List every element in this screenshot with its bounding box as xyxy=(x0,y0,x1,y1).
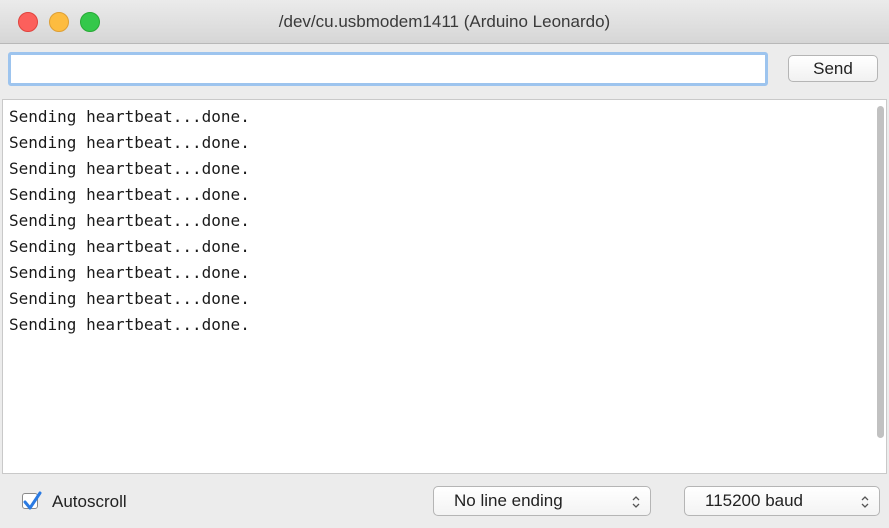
vertical-scrollbar[interactable] xyxy=(877,106,884,438)
console-line: Sending heartbeat...done. xyxy=(9,133,250,152)
bottom-bar: Autoscroll No line ending 115200 baud xyxy=(0,474,889,528)
console-line: Sending heartbeat...done. xyxy=(9,289,250,308)
line-ending-value: No line ending xyxy=(454,491,563,510)
autoscroll-checkbox[interactable] xyxy=(22,491,42,510)
checkmark-icon xyxy=(23,491,42,510)
updown-chevron-icon xyxy=(861,496,869,508)
console-line: Sending heartbeat...done. xyxy=(9,159,250,178)
serial-input[interactable] xyxy=(8,52,768,86)
updown-chevron-icon xyxy=(632,496,640,508)
console-line: Sending heartbeat...done. xyxy=(9,185,250,204)
baud-rate-value: 115200 baud xyxy=(705,491,804,510)
line-ending-select[interactable]: No line ending xyxy=(433,486,651,516)
send-button[interactable]: Send xyxy=(788,55,878,82)
console-line: Sending heartbeat...done. xyxy=(9,315,250,334)
console-line: Sending heartbeat...done. xyxy=(9,107,250,126)
console-line: Sending heartbeat...done. xyxy=(9,211,250,230)
send-bar: Send xyxy=(0,44,889,96)
console-line: Sending heartbeat...done. xyxy=(9,237,250,256)
window-title: /dev/cu.usbmodem1411 (Arduino Leonardo) xyxy=(278,12,611,31)
title-bar: /dev/cu.usbmodem1411 (Arduino Leonardo) xyxy=(0,0,889,44)
autoscroll-label: Autoscroll xyxy=(52,492,127,511)
baud-rate-select[interactable]: 115200 baud xyxy=(684,486,880,516)
serial-output[interactable]: Sending heartbeat...done. Sending heartb… xyxy=(2,99,887,474)
console-lines: Sending heartbeat...done. Sending heartb… xyxy=(9,104,250,338)
console-line: Sending heartbeat...done. xyxy=(9,263,250,282)
